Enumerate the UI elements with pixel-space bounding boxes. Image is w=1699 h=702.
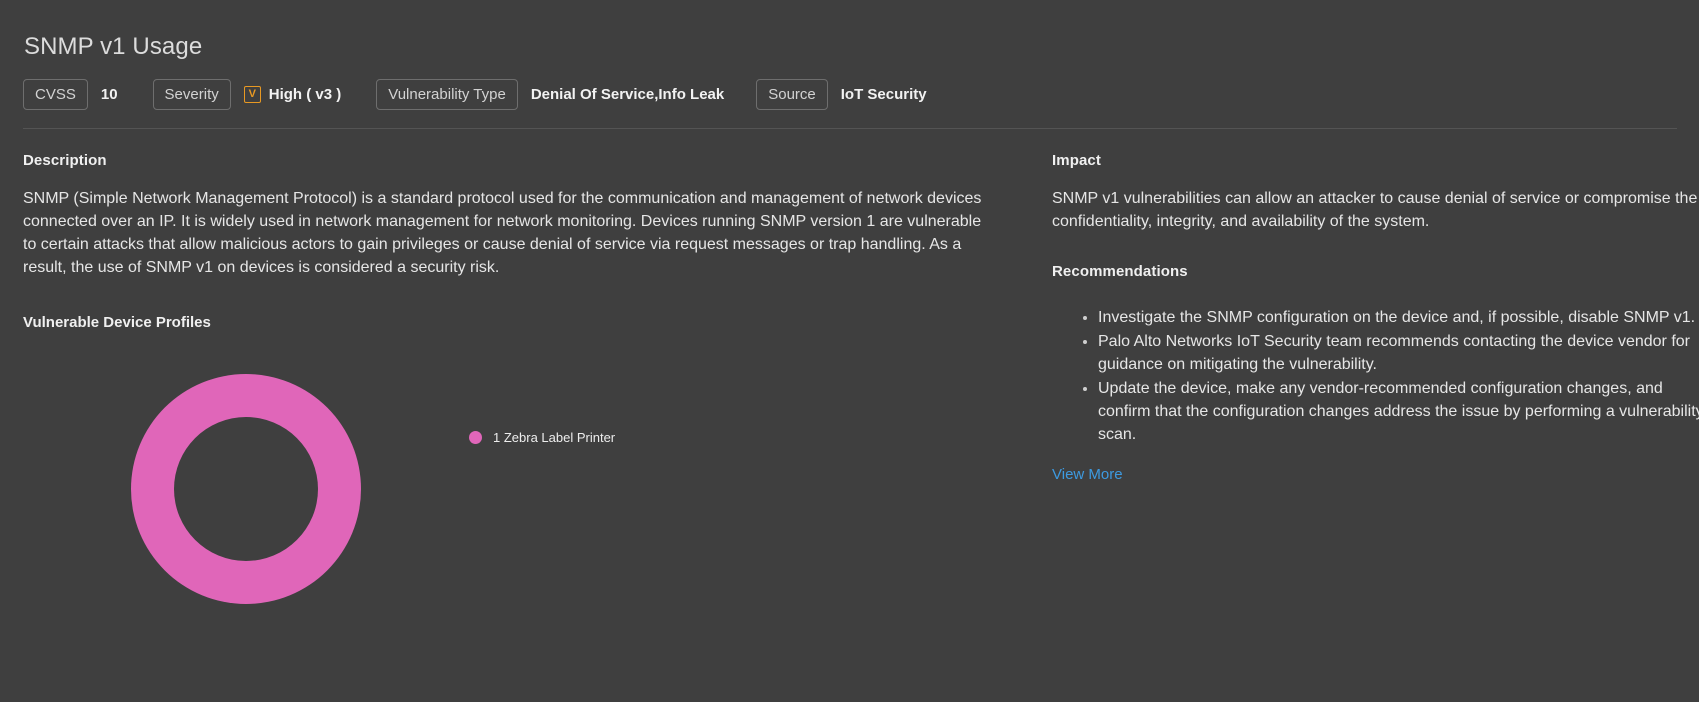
severity-value-wrap: V High ( v3 ) xyxy=(243,85,342,103)
header-divider xyxy=(23,128,1677,129)
recommendations-heading: Recommendations xyxy=(1052,263,1188,280)
description-text: SNMP (Simple Network Management Protocol… xyxy=(23,190,982,276)
impact-column: Impact SNMP v1 vulnerabilities can allow… xyxy=(1052,152,1699,484)
view-more-link[interactable]: View More xyxy=(1052,466,1123,483)
source-chip: Source xyxy=(756,78,828,110)
description-column: Description SNMP (Simple Network Managem… xyxy=(23,152,983,279)
vulnerable-device-profiles-heading: Vulnerable Device Profiles xyxy=(23,314,211,331)
cvss-chip: CVSS xyxy=(23,78,88,110)
vulnerability-square-icon: V xyxy=(243,85,261,103)
cvss-group: CVSS 10 xyxy=(23,78,118,110)
severity-chip: Severity xyxy=(152,78,231,110)
vulnerability-type-group: Vulnerability Type Denial Of Service,Inf… xyxy=(376,78,724,110)
meta-chip-row: CVSS 10 Severity V High ( v3 ) Vulnerabi… xyxy=(23,78,927,110)
severity-group: Severity V High ( v3 ) xyxy=(152,78,342,110)
description-heading: Description xyxy=(23,152,107,169)
source-value: IoT Security xyxy=(840,85,927,103)
recommendation-item: Investigate the SNMP configuration on th… xyxy=(1098,306,1699,329)
vulnerable-device-profiles-chart: 1 Zebra Label Printer xyxy=(23,360,983,690)
vulnerability-detail-page: SNMP v1 Usage CVSS 10 Severity V High ( … xyxy=(0,0,1699,702)
recommendation-item: Update the device, make any vendor-recom… xyxy=(1098,377,1699,446)
impact-text: SNMP v1 vulnerabilities can allow an att… xyxy=(1052,190,1698,230)
legend-label: 1 Zebra Label Printer xyxy=(493,430,616,445)
page-title: SNMP v1 Usage xyxy=(24,33,203,61)
chart-legend: 1 Zebra Label Printer xyxy=(469,430,615,445)
vulnerability-type-chip: Vulnerability Type xyxy=(376,78,518,110)
donut-chart[interactable] xyxy=(131,374,361,604)
source-group: Source IoT Security xyxy=(756,78,927,110)
impact-heading: Impact xyxy=(1052,152,1101,169)
legend-item[interactable]: 1 Zebra Label Printer xyxy=(469,430,615,445)
vulnerability-type-value: Denial Of Service,Info Leak xyxy=(530,85,725,103)
severity-value: High ( v3 ) xyxy=(268,85,342,103)
legend-color-dot xyxy=(469,431,482,444)
recommendation-item: Palo Alto Networks IoT Security team rec… xyxy=(1098,330,1699,376)
cvss-value: 10 xyxy=(100,85,118,103)
recommendations-list: Investigate the SNMP configuration on th… xyxy=(1052,306,1699,446)
